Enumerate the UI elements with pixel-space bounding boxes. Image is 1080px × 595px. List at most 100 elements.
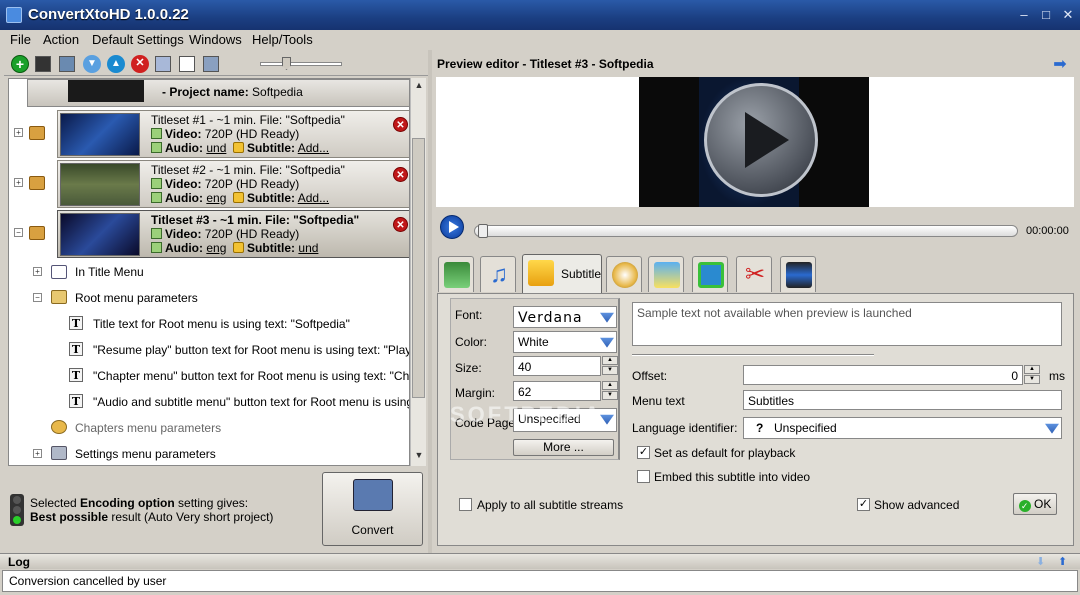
- font-select[interactable]: Verdana: [513, 306, 617, 328]
- speech-bubble-icon: [528, 260, 554, 286]
- project-header[interactable]: - Project name: Softpedia: [27, 79, 409, 107]
- color-label: Color:: [455, 335, 488, 349]
- tab-encode[interactable]: [780, 256, 816, 292]
- scissors-icon: ✂: [742, 262, 768, 288]
- tree-in-title-menu[interactable]: In Title Menu: [75, 265, 144, 279]
- titleset-2[interactable]: Titleset #2 - ~1 min. File: "Softpedia" …: [57, 160, 409, 208]
- text-icon: T: [69, 316, 83, 330]
- apply-all-checkbox[interactable]: [459, 498, 472, 511]
- tab-crop[interactable]: [692, 256, 728, 292]
- apply-all-label: Apply to all subtitle streams: [477, 498, 624, 512]
- down-icon[interactable]: ▼: [83, 55, 101, 73]
- list-icon[interactable]: [179, 56, 195, 72]
- default-playback-checkbox[interactable]: ✓: [637, 446, 650, 459]
- video-format[interactable]: 720P (HD Ready): [205, 127, 300, 141]
- color-select[interactable]: White: [513, 331, 617, 353]
- subtitle-link[interactable]: und: [298, 241, 318, 255]
- maximize-button[interactable]: □: [1037, 7, 1055, 23]
- minimize-button[interactable]: –: [1015, 7, 1033, 23]
- expand-toggle[interactable]: +: [14, 128, 23, 137]
- language-select[interactable]: ? Unspecified: [743, 417, 1062, 439]
- remove-titleset-icon[interactable]: ✕: [393, 217, 408, 232]
- menu-windows[interactable]: Windows: [189, 32, 242, 47]
- font-label: Font:: [455, 308, 483, 322]
- audio-link[interactable]: eng: [206, 241, 226, 255]
- project-thumbnail: [68, 80, 144, 102]
- show-advanced-checkbox[interactable]: ✓: [857, 498, 870, 511]
- tab-effects[interactable]: [648, 256, 684, 292]
- size-stepper[interactable]: ▲ ▼: [602, 356, 618, 376]
- size-label: Size:: [455, 361, 482, 375]
- ok-button[interactable]: ✓ OK: [1013, 493, 1057, 515]
- seek-bar[interactable]: [474, 225, 1018, 237]
- tree-root-item[interactable]: "Audio and subtitle menu" button text fo…: [93, 395, 409, 409]
- collapse-toggle[interactable]: −: [33, 293, 42, 302]
- video-icon: [151, 228, 162, 239]
- scroll-thumb[interactable]: [412, 138, 425, 398]
- close-button[interactable]: ✕: [1059, 7, 1077, 23]
- expand-toggle[interactable]: +: [33, 449, 42, 458]
- menu-help-tools[interactable]: Help/Tools: [252, 32, 313, 47]
- collapse-toggle[interactable]: −: [14, 228, 23, 237]
- check-icon: ✓: [1018, 500, 1031, 512]
- tab-cut[interactable]: ✂: [736, 256, 772, 292]
- seek-thumb[interactable]: [478, 224, 488, 238]
- log-up-icon[interactable]: ⬆: [1058, 555, 1067, 568]
- film-icon[interactable]: [59, 56, 75, 72]
- preview-title: Preview editor - Titleset #3 - Softpedia: [437, 57, 654, 71]
- tab-audio[interactable]: ♫: [480, 256, 516, 292]
- tree-scrollbar[interactable]: ▲ ▼: [410, 78, 426, 466]
- subtitle-link[interactable]: Add...: [298, 141, 329, 155]
- divider: [632, 354, 874, 356]
- embed-subtitle-checkbox[interactable]: [637, 470, 650, 483]
- menu-file[interactable]: File: [10, 32, 31, 47]
- tree-root-item[interactable]: "Resume play" button text for Root menu …: [93, 343, 409, 357]
- tree-root-item[interactable]: Title text for Root menu is using text: …: [93, 317, 350, 331]
- video-format[interactable]: 720P (HD Ready): [205, 177, 300, 191]
- margin-input[interactable]: 62: [513, 381, 601, 401]
- tools-icon[interactable]: [155, 56, 171, 72]
- expand-toggle[interactable]: +: [14, 178, 23, 187]
- play-button[interactable]: [440, 215, 464, 239]
- subtitle-link[interactable]: Add...: [298, 191, 329, 205]
- offset-input[interactable]: 0: [743, 365, 1023, 385]
- scroll-up-icon[interactable]: ▲: [413, 80, 425, 92]
- more-button[interactable]: More ...: [513, 439, 614, 456]
- titleset-title: Titleset #3 - ~1 min. File: "Softpedia": [151, 213, 360, 227]
- log-down-icon[interactable]: ⬇: [1036, 555, 1045, 568]
- zoom-slider[interactable]: [260, 62, 342, 66]
- monitor-icon[interactable]: [203, 56, 219, 72]
- titleset-thumbnail: [60, 213, 140, 256]
- scroll-down-icon[interactable]: ▼: [413, 450, 425, 462]
- film-strip-icon: [786, 262, 812, 288]
- titleset-1[interactable]: Titleset #1 - ~1 min. File: "Softpedia" …: [57, 110, 409, 158]
- tree-chapters-menu[interactable]: Chapters menu parameters: [75, 421, 221, 435]
- remove-icon[interactable]: ✕: [131, 55, 149, 73]
- titleset-3[interactable]: Titleset #3 - ~1 min. File: "Softpedia" …: [57, 210, 409, 258]
- remove-titleset-icon[interactable]: ✕: [393, 167, 408, 182]
- tree-settings-menu[interactable]: Settings menu parameters: [75, 447, 216, 461]
- up-icon[interactable]: ▲: [107, 55, 125, 73]
- tab-chapters[interactable]: [606, 256, 642, 292]
- margin-stepper[interactable]: ▲ ▼: [602, 381, 618, 401]
- save-icon[interactable]: [35, 56, 51, 72]
- forward-arrow-icon[interactable]: ➡: [1050, 54, 1070, 73]
- offset-stepper[interactable]: ▲ ▼: [1024, 365, 1040, 385]
- audio-link[interactable]: eng: [206, 191, 226, 205]
- menu-action[interactable]: Action: [43, 32, 79, 47]
- video-format[interactable]: 720P (HD Ready): [205, 227, 300, 241]
- size-input[interactable]: 40: [513, 356, 601, 376]
- tab-subtitle[interactable]: Subtitle: [522, 254, 602, 294]
- tree-root-item[interactable]: "Chapter menu" button text for Root menu…: [93, 369, 409, 383]
- audio-link[interactable]: und: [206, 141, 226, 155]
- tab-video[interactable]: [438, 256, 474, 292]
- expand-toggle[interactable]: +: [33, 267, 42, 276]
- remove-titleset-icon[interactable]: ✕: [393, 117, 408, 132]
- magic-image-icon: [654, 262, 680, 288]
- convert-button[interactable]: Convert: [322, 472, 423, 546]
- menu-default-settings[interactable]: Default Settings: [92, 32, 184, 47]
- tree-root-menu-params[interactable]: Root menu parameters: [75, 291, 198, 305]
- add-icon[interactable]: +: [11, 55, 29, 73]
- play-overlay-icon[interactable]: [704, 83, 818, 197]
- menu-text-input[interactable]: Subtitles: [743, 390, 1062, 410]
